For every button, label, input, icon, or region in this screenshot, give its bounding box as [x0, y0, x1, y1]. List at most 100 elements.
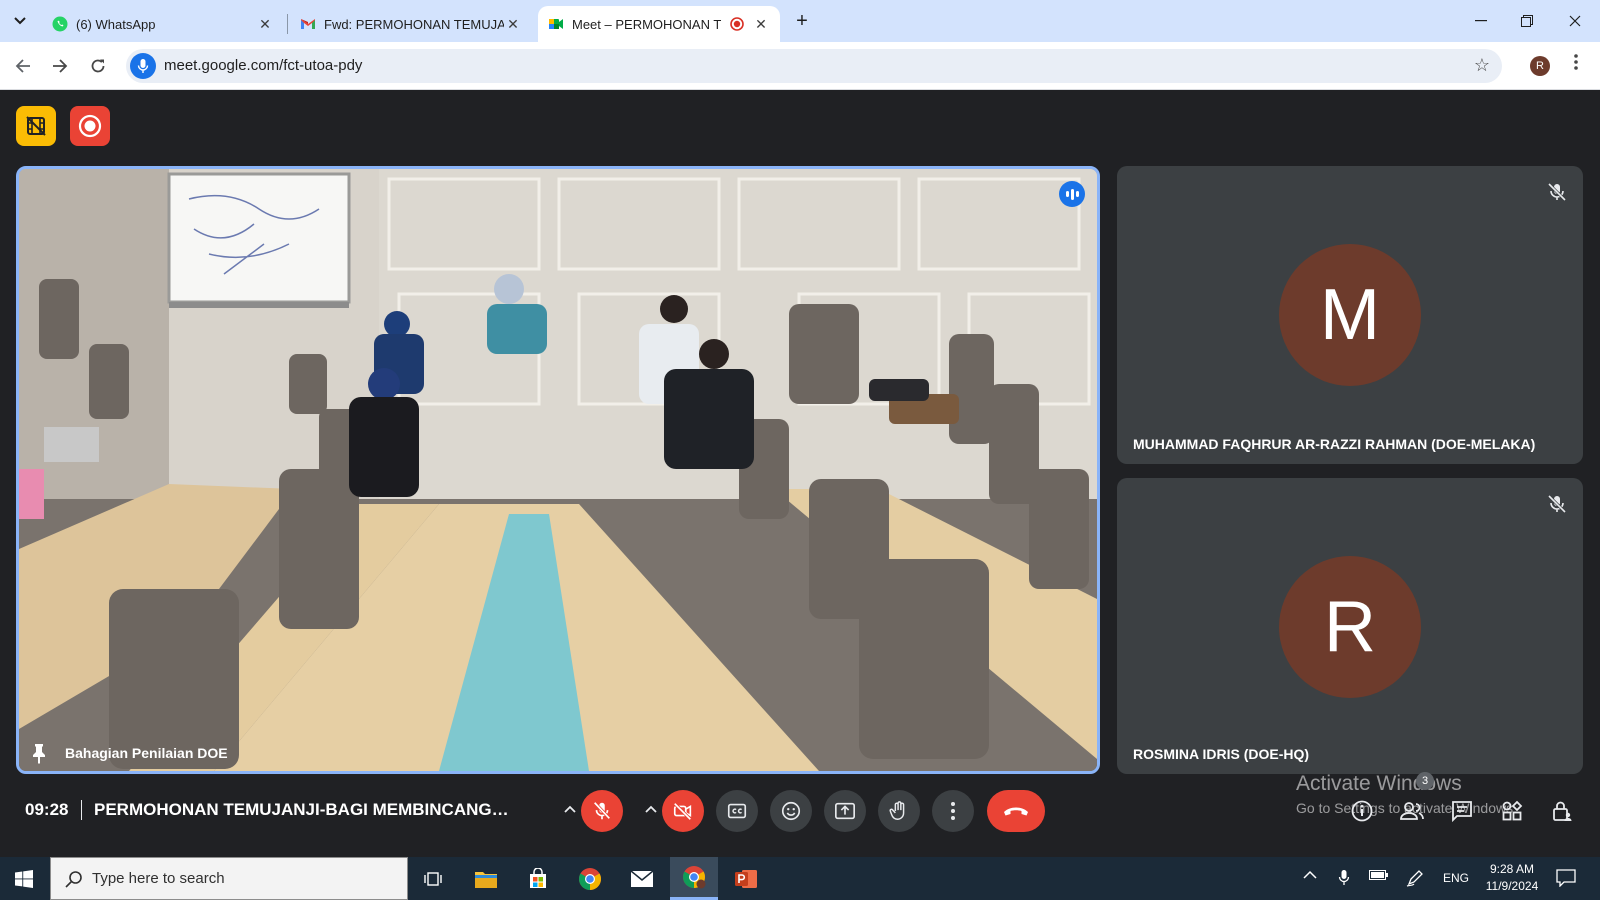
file-explorer-button[interactable] [462, 857, 510, 900]
action-center-button[interactable] [1556, 869, 1576, 890]
microphone-toggle-button[interactable] [581, 790, 623, 832]
site-info-button[interactable] [130, 53, 156, 79]
taskbar-search-box[interactable]: Type here to search [50, 857, 408, 900]
battery-tray-icon[interactable] [1369, 869, 1389, 884]
recording-indicator-icon [730, 17, 744, 31]
microphone-in-use-icon [137, 59, 149, 73]
participant-tile[interactable]: M MUHAMMAD FAQHRUR AR-RAZZI RAHMAN (DOE-… [1117, 166, 1583, 464]
chevron-down-icon [14, 17, 26, 25]
new-tab-button[interactable]: + [790, 10, 814, 34]
tab-title: Meet – PERMOHONAN TEM [572, 16, 722, 32]
camera-toggle-button[interactable] [662, 790, 704, 832]
activities-button[interactable] [1498, 797, 1526, 825]
speaking-indicator [1059, 181, 1085, 207]
arrow-right-icon [53, 59, 68, 73]
microphone-tray-icon[interactable] [1338, 869, 1350, 890]
video-options-button[interactable] [643, 800, 659, 820]
people-button[interactable] [1398, 797, 1426, 825]
participant-name: MUHAMMAD FAQHRUR AR-RAZZI RAHMAN (DOE-ME… [1133, 436, 1536, 452]
search-placeholder: Type here to search [92, 870, 225, 887]
tab-close-icon[interactable]: ✕ [256, 15, 274, 33]
pen-tray-icon[interactable] [1406, 869, 1424, 890]
address-bar[interactable]: meet.google.com/fct-utoa-pdy ☆ [126, 49, 1502, 83]
mic-off-icon [593, 801, 611, 820]
tab-meet[interactable]: Meet – PERMOHONAN TEM ✕ [538, 6, 780, 42]
tab-whatsapp[interactable]: (6) WhatsApp ✕ [42, 6, 284, 42]
meeting-clock: 09:28 [25, 800, 69, 819]
task-view-button[interactable] [409, 857, 457, 900]
chevron-up-icon [564, 805, 576, 813]
input-language[interactable]: ENG [1443, 871, 1469, 885]
no-captions-button[interactable] [16, 106, 56, 146]
windows-taskbar: Type here to search ENG 9:28 AM 11/9/202… [0, 857, 1600, 900]
folder-icon [475, 871, 497, 888]
divider [81, 800, 82, 820]
meeting-title: PERMOHONAN TEMUJANJI-BAGI MEMBINCANGK... [94, 800, 514, 819]
participant-name: ROSMINA IDRIS (DOE-HQ) [1133, 746, 1310, 762]
meeting-controls-bar: 09:28 PERMOHONAN TEMUJANJI-BAGI MEMBINCA… [0, 772, 1600, 837]
present-screen-button[interactable] [824, 790, 866, 832]
meet-area: Bahagian Penilaian DOE M MUHAMMAD FAQHRU… [0, 91, 1600, 857]
reactions-button[interactable] [770, 790, 812, 832]
meeting-details-button[interactable] [1348, 797, 1376, 825]
bookmark-star-icon[interactable]: ☆ [1474, 55, 1490, 76]
tab-close-icon[interactable]: ✕ [752, 15, 770, 33]
film-off-icon [26, 116, 46, 136]
raise-hand-button[interactable] [878, 790, 920, 832]
chevron-up-icon [1303, 870, 1317, 879]
pin-icon-svg [33, 744, 45, 764]
minimize-button[interactable] [1458, 0, 1504, 42]
battery-icon [1369, 870, 1388, 880]
task-view-icon [424, 871, 442, 886]
taskbar-clock[interactable]: 9:28 AM 11/9/2024 [1480, 861, 1544, 895]
powerpoint-button[interactable] [722, 857, 770, 900]
video-off-icon [673, 802, 692, 821]
tab-search-button[interactable] [8, 9, 32, 33]
record-icon [78, 114, 102, 138]
chat-button[interactable] [1448, 797, 1476, 825]
browser-menu-button[interactable] [1566, 54, 1586, 78]
recording-button[interactable] [70, 106, 110, 146]
more-vert-icon [951, 802, 955, 820]
audio-options-button[interactable] [562, 800, 578, 820]
lock-person-icon [1553, 801, 1572, 821]
hand-icon [889, 801, 905, 820]
browser-toolbar: meet.google.com/fct-utoa-pdy ☆ R [0, 42, 1600, 90]
forward-button[interactable] [46, 52, 74, 80]
conference-room-video [19, 169, 1097, 771]
reload-button[interactable] [84, 52, 112, 80]
url-text[interactable]: meet.google.com/fct-utoa-pdy [164, 57, 362, 74]
whatsapp-icon [52, 16, 68, 32]
back-button[interactable] [9, 52, 37, 80]
main-video-tile[interactable]: Bahagian Penilaian DOE [16, 166, 1100, 774]
start-button[interactable] [8, 865, 40, 893]
restore-button[interactable] [1504, 0, 1550, 42]
captions-button[interactable] [716, 790, 758, 832]
host-controls-button[interactable] [1548, 797, 1576, 825]
pen-icon [1406, 870, 1423, 887]
leave-call-button[interactable] [987, 790, 1045, 832]
chrome-profile-taskbar-button[interactable] [670, 857, 718, 900]
tab-gmail[interactable]: Fwd: PERMOHONAN TEMUJAN ✕ [290, 6, 532, 42]
microphone-icon [1338, 870, 1350, 885]
tab-separator [287, 14, 288, 34]
show-hidden-icons-button[interactable] [1303, 869, 1317, 883]
mail-button[interactable] [618, 857, 666, 900]
tab-close-icon[interactable]: ✕ [504, 15, 522, 33]
meet-icon [549, 19, 563, 29]
close-window-button[interactable] [1552, 0, 1598, 42]
microsoft-store-button[interactable] [514, 857, 562, 900]
more-options-button[interactable] [932, 790, 974, 832]
closed-captions-icon [727, 803, 747, 819]
call-end-icon [1004, 807, 1028, 816]
chrome-taskbar-button[interactable] [566, 857, 614, 900]
minimize-icon [1475, 20, 1487, 22]
tab-title: (6) WhatsApp [76, 16, 156, 32]
pin-icon[interactable] [27, 741, 51, 765]
main-participant-name: Bahagian Penilaian DOE [65, 745, 228, 761]
people-count-badge: 3 [1416, 772, 1434, 790]
profile-avatar[interactable]: R [1530, 56, 1550, 76]
participant-tile[interactable]: R ROSMINA IDRIS (DOE-HQ) [1117, 478, 1583, 774]
restore-icon [1521, 15, 1533, 27]
participant-avatar: M [1279, 244, 1421, 386]
